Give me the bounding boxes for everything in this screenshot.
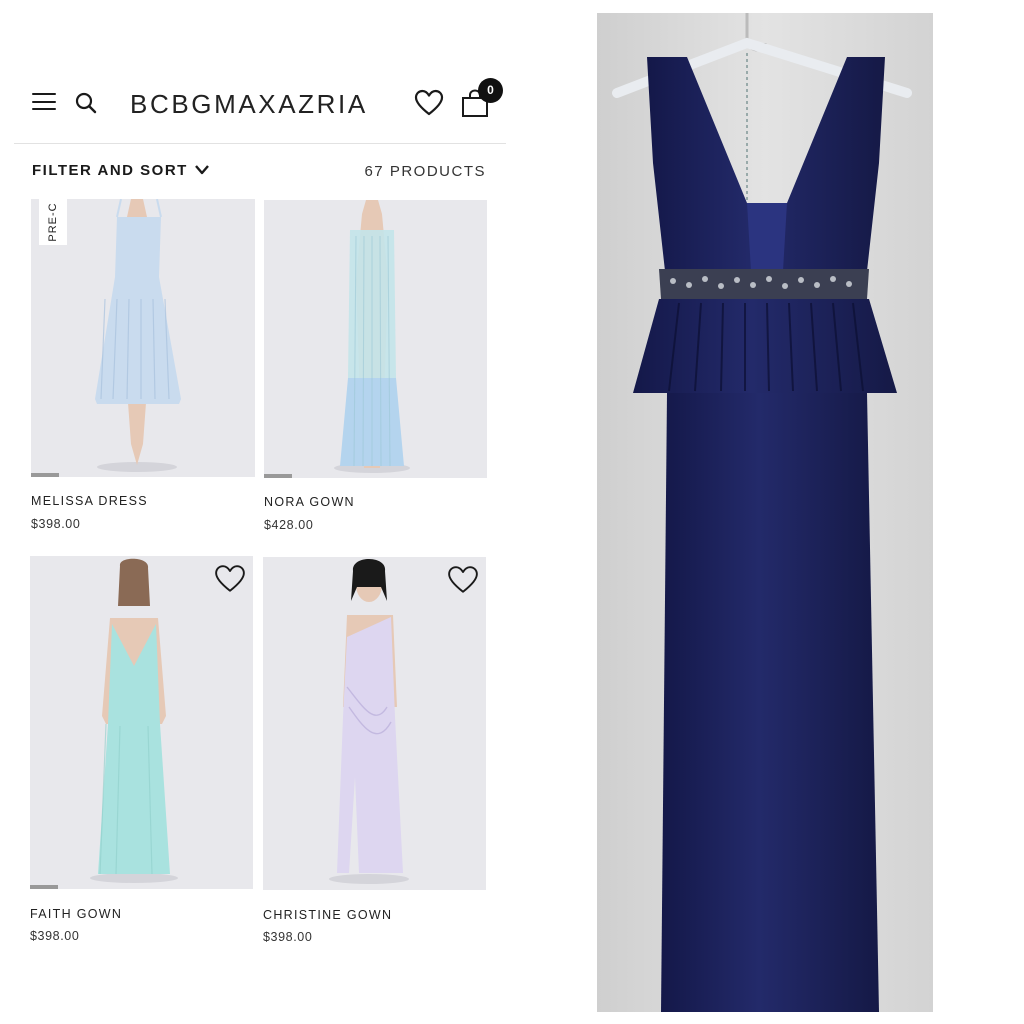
- cart-count-badge: 0: [478, 78, 503, 103]
- hamburger-menu-icon[interactable]: [32, 93, 56, 111]
- model-in-gown-image: [329, 559, 409, 884]
- chevron-down-icon: [194, 165, 209, 175]
- brand-logo[interactable]: BCBGMAXAZRIA: [130, 89, 368, 120]
- product-price: $398.00: [30, 929, 80, 943]
- product-name[interactable]: CHRISTINE GOWN: [263, 908, 392, 922]
- gown-on-hanger-image: [597, 13, 933, 1012]
- pre-order-badge: PRE-C: [39, 199, 67, 245]
- product-name[interactable]: MELISSA DRESS: [31, 494, 148, 508]
- image-slide-indicator[interactable]: [31, 473, 59, 477]
- site-header: BCBGMAXAZRIA 0: [14, 60, 506, 144]
- product-card-nora-gown[interactable]: NORA GOWN $428.00: [264, 200, 487, 540]
- filter-and-sort-button[interactable]: FILTER AND SORT: [32, 160, 210, 180]
- navy-peplum-gown-photo: [597, 13, 933, 1012]
- product-price: $398.00: [31, 517, 81, 531]
- product-image[interactable]: [263, 557, 486, 890]
- product-card-faith-gown[interactable]: FAITH GOWN $398.00: [30, 556, 253, 946]
- product-card-christine-gown[interactable]: CHRISTINE GOWN $398.00: [263, 557, 486, 947]
- model-in-gown-image: [334, 200, 410, 473]
- wishlist-heart-icon[interactable]: [414, 89, 444, 117]
- add-to-wishlist-heart-icon[interactable]: [214, 564, 246, 594]
- product-image[interactable]: [30, 556, 253, 889]
- product-name[interactable]: NORA GOWN: [264, 495, 355, 509]
- product-name[interactable]: FAITH GOWN: [30, 907, 122, 921]
- product-price: $398.00: [263, 930, 313, 944]
- filter-and-sort-label: FILTER AND SORT: [32, 161, 188, 179]
- search-icon[interactable]: [74, 91, 98, 115]
- product-image[interactable]: PRE-C: [31, 199, 255, 477]
- product-card-melissa-dress[interactable]: PRE-C MELISSA DRESS $398.00: [31, 199, 255, 539]
- product-count: 67 PRODUCTS: [364, 163, 486, 180]
- product-image[interactable]: [264, 200, 487, 478]
- model-in-gown-image: [90, 558, 178, 883]
- image-slide-indicator[interactable]: [30, 885, 58, 889]
- add-to-wishlist-heart-icon[interactable]: [447, 565, 479, 595]
- product-price: $428.00: [264, 518, 314, 532]
- image-slide-indicator[interactable]: [264, 474, 292, 478]
